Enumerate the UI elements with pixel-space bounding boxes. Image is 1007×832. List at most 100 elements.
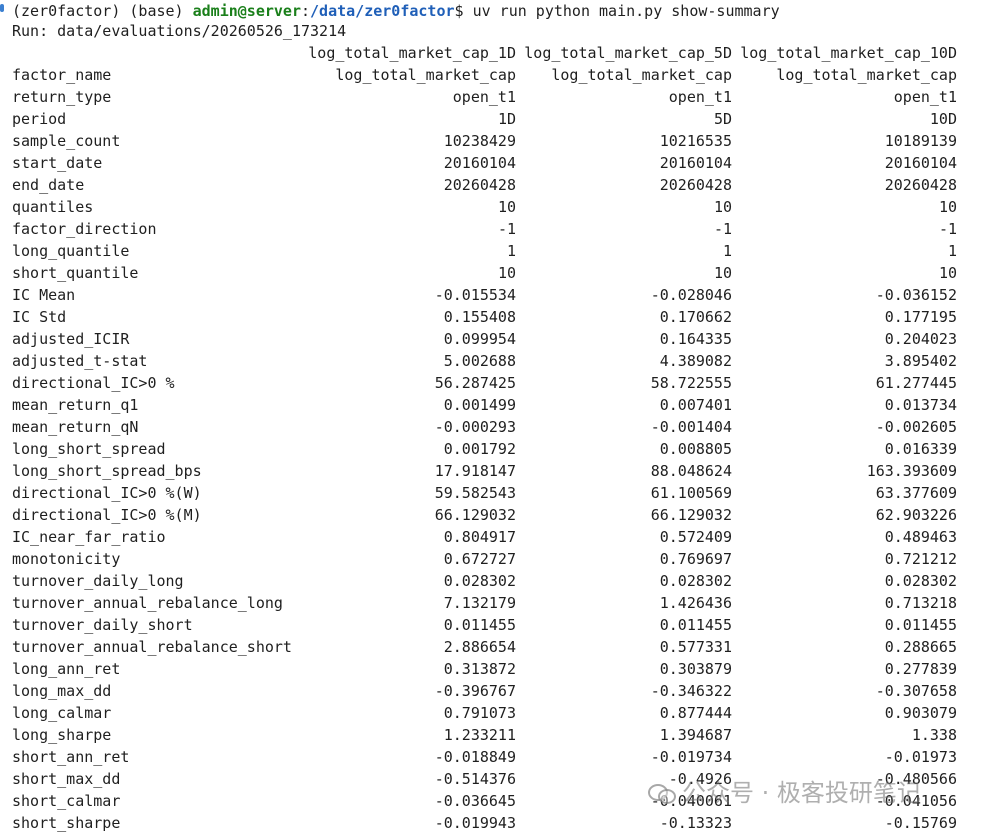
- table-row: long_quantile 1 1 1: [0, 240, 1007, 262]
- table-cell: 7.132179: [443, 594, 516, 612]
- table-cell: -0.307658: [875, 682, 957, 700]
- table-row: factor_direction -1 -1 -1: [0, 218, 1007, 240]
- table-row: turnover_annual_rebalance_long 7.132179 1.…: [0, 592, 1007, 614]
- table-cell: 0.001792: [443, 440, 516, 458]
- table-cell: 0.028302: [884, 572, 957, 590]
- table-cell: 0.001499: [443, 396, 516, 414]
- table-cell: 1.394687: [659, 726, 732, 744]
- table-cell: 3.895402: [884, 352, 957, 370]
- table-cell: 0.016339: [884, 440, 957, 458]
- table-cell: 20160104: [884, 154, 957, 172]
- table-cell: 61.277445: [875, 374, 957, 392]
- table-cell: 10: [497, 264, 516, 282]
- table-cell: -0.019734: [650, 748, 732, 766]
- table-cell: log_total_market_cap: [335, 66, 516, 84]
- table-cell: -0.018849: [434, 748, 516, 766]
- row-label: turnover_daily_short: [12, 616, 193, 634]
- row-label: short_ann_ret: [12, 748, 130, 766]
- table-row: long_calmar 0.791073 0.877444 0.903079: [0, 702, 1007, 724]
- table-cell: 58.722555: [650, 374, 732, 392]
- table-row: directional_IC>0 %(W) 59.582543 61.100569 6…: [0, 482, 1007, 504]
- command-marker-icon: [0, 4, 4, 12]
- user-host: admin@server: [192, 2, 301, 20]
- row-label: mean_return_qN: [12, 418, 139, 436]
- table-cell: -0.000293: [434, 418, 516, 436]
- table-cell: 66.129032: [434, 506, 516, 524]
- table-cell: log_total_market_cap: [776, 66, 957, 84]
- row-label: turnover_annual_rebalance_short: [12, 638, 292, 656]
- table-row: short_ann_ret -0.018849 -0.019734 -0.01973: [0, 746, 1007, 768]
- table-cell: 0.769697: [659, 550, 732, 568]
- table-cell: 0.177195: [884, 308, 957, 326]
- table-cell: 10: [713, 264, 732, 282]
- table-row: adjusted_ICIR 0.099954 0.164335 0.204023: [0, 328, 1007, 350]
- table-row: monotonicity 0.672727 0.769697 0.721212: [0, 548, 1007, 570]
- table-cell: 2.886654: [443, 638, 516, 656]
- table-cell: 1: [722, 242, 732, 260]
- table-cell: open_t1: [452, 88, 516, 106]
- table-cell: 66.129032: [650, 506, 732, 524]
- table-cell: 20260428: [884, 176, 957, 194]
- row-label: long_ann_ret: [12, 660, 121, 678]
- table-row: short_sharpe -0.019943 -0.13323 -0.15769: [0, 812, 1007, 832]
- table-row: mean_return_qN -0.000293 -0.001404 -0.00260…: [0, 416, 1007, 438]
- row-label: short_sharpe: [12, 814, 121, 832]
- row-label: directional_IC>0 %(W): [12, 484, 202, 502]
- table-cell: 0.303879: [659, 660, 732, 678]
- table-header-row: log_total_market_cap_1D log_total_market…: [0, 42, 1007, 64]
- table-cell: -1: [938, 220, 957, 238]
- row-label: return_type: [12, 88, 112, 106]
- table-cell: 56.287425: [434, 374, 516, 392]
- table-cell: 0.204023: [884, 330, 957, 348]
- table-row: IC_near_far_ratio 0.804917 0.572409 0.48946…: [0, 526, 1007, 548]
- table-cell: 0.099954: [443, 330, 516, 348]
- table-row: long_sharpe 1.233211 1.394687 1.338: [0, 724, 1007, 746]
- table-cell: 20160104: [443, 154, 516, 172]
- table-row: short_quantile 10 10 10: [0, 262, 1007, 284]
- table-cell: -0.001404: [650, 418, 732, 436]
- table-cell: 0.577331: [659, 638, 732, 656]
- table-cell: 17.918147: [434, 462, 516, 480]
- row-label: monotonicity: [12, 550, 121, 568]
- table-cell: 59.582543: [434, 484, 516, 502]
- table-cell: 10D: [929, 110, 957, 128]
- table-cell: 0.791073: [443, 704, 516, 722]
- table-cell: 0.721212: [884, 550, 957, 568]
- row-label: directional_IC>0 %(M): [12, 506, 202, 524]
- table-cell: 4.389082: [659, 352, 732, 370]
- table-cell: 0.164335: [659, 330, 732, 348]
- table-cell: 0.155408: [443, 308, 516, 326]
- table-cell: 61.100569: [650, 484, 732, 502]
- table-row: turnover_annual_rebalance_short 2.886654 0…: [0, 636, 1007, 658]
- table-cell: 0.713218: [884, 594, 957, 612]
- table-cell: 1.426436: [659, 594, 732, 612]
- table-row: IC Mean -0.015534 -0.028046 -0.036152: [0, 284, 1007, 306]
- table-cell: -0.019943: [434, 814, 516, 832]
- table-cell: -0.396767: [434, 682, 516, 700]
- row-label: short_max_dd: [12, 770, 121, 788]
- column-header: log_total_market_cap_1D: [308, 44, 516, 62]
- table-row: period 1D 5D 10D: [0, 108, 1007, 130]
- watermark: 公众号 · 极客投研笔记: [648, 776, 921, 810]
- path-separator: :: [301, 2, 311, 20]
- table-cell: -0.01973: [884, 748, 957, 766]
- table-cell: 10: [713, 198, 732, 216]
- table-row: mean_return_q1 0.001499 0.007401 0.013734: [0, 394, 1007, 416]
- table-cell: 0.672727: [443, 550, 516, 568]
- row-label: start_date: [12, 154, 103, 172]
- table-cell: -0.15769: [884, 814, 957, 832]
- row-label: turnover_daily_long: [12, 572, 184, 590]
- table-row: long_short_spread_bps 17.918147 88.048624 1…: [0, 460, 1007, 482]
- row-label: IC Mean: [12, 286, 76, 304]
- terminal-window[interactable]: (zer0factor) (base) admin@server:/data/z…: [0, 0, 1007, 832]
- prompt-line: (zer0factor) (base) admin@server:/data/z…: [12, 0, 780, 22]
- table-cell: 0.011455: [659, 616, 732, 634]
- table-cell: 1: [506, 242, 516, 260]
- column-header: log_total_market_cap_5D: [524, 44, 732, 62]
- table-cell: 20260428: [659, 176, 732, 194]
- table-row: IC Std 0.155408 0.170662 0.177195: [0, 306, 1007, 328]
- row-label: long_calmar: [12, 704, 112, 722]
- table-cell: 0.008805: [659, 440, 732, 458]
- table-cell: 63.377609: [875, 484, 957, 502]
- table-row: turnover_daily_long 0.028302 0.028302 0.028…: [0, 570, 1007, 592]
